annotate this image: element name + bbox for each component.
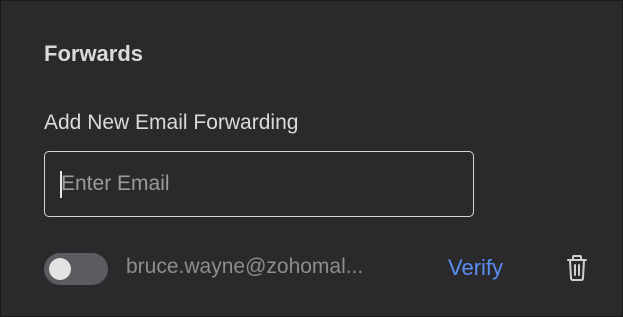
section-title: Forwards [44, 41, 144, 66]
forward-email-address: bruce.wayne@zohomal... [126, 255, 364, 278]
forward-entry-row: bruce.wayne@zohomal... Verify [44, 251, 589, 291]
toggle-knob [49, 258, 71, 280]
add-forwarding-label: Add New Email Forwarding [44, 111, 299, 134]
text-caret [60, 171, 62, 198]
forwards-panel: Forwards Add New Email Forwarding bruce.… [0, 0, 623, 317]
verify-link[interactable]: Verify [448, 255, 503, 281]
trash-icon[interactable] [565, 253, 589, 283]
forward-email-input[interactable] [44, 151, 474, 217]
forward-enable-toggle[interactable] [44, 253, 108, 285]
